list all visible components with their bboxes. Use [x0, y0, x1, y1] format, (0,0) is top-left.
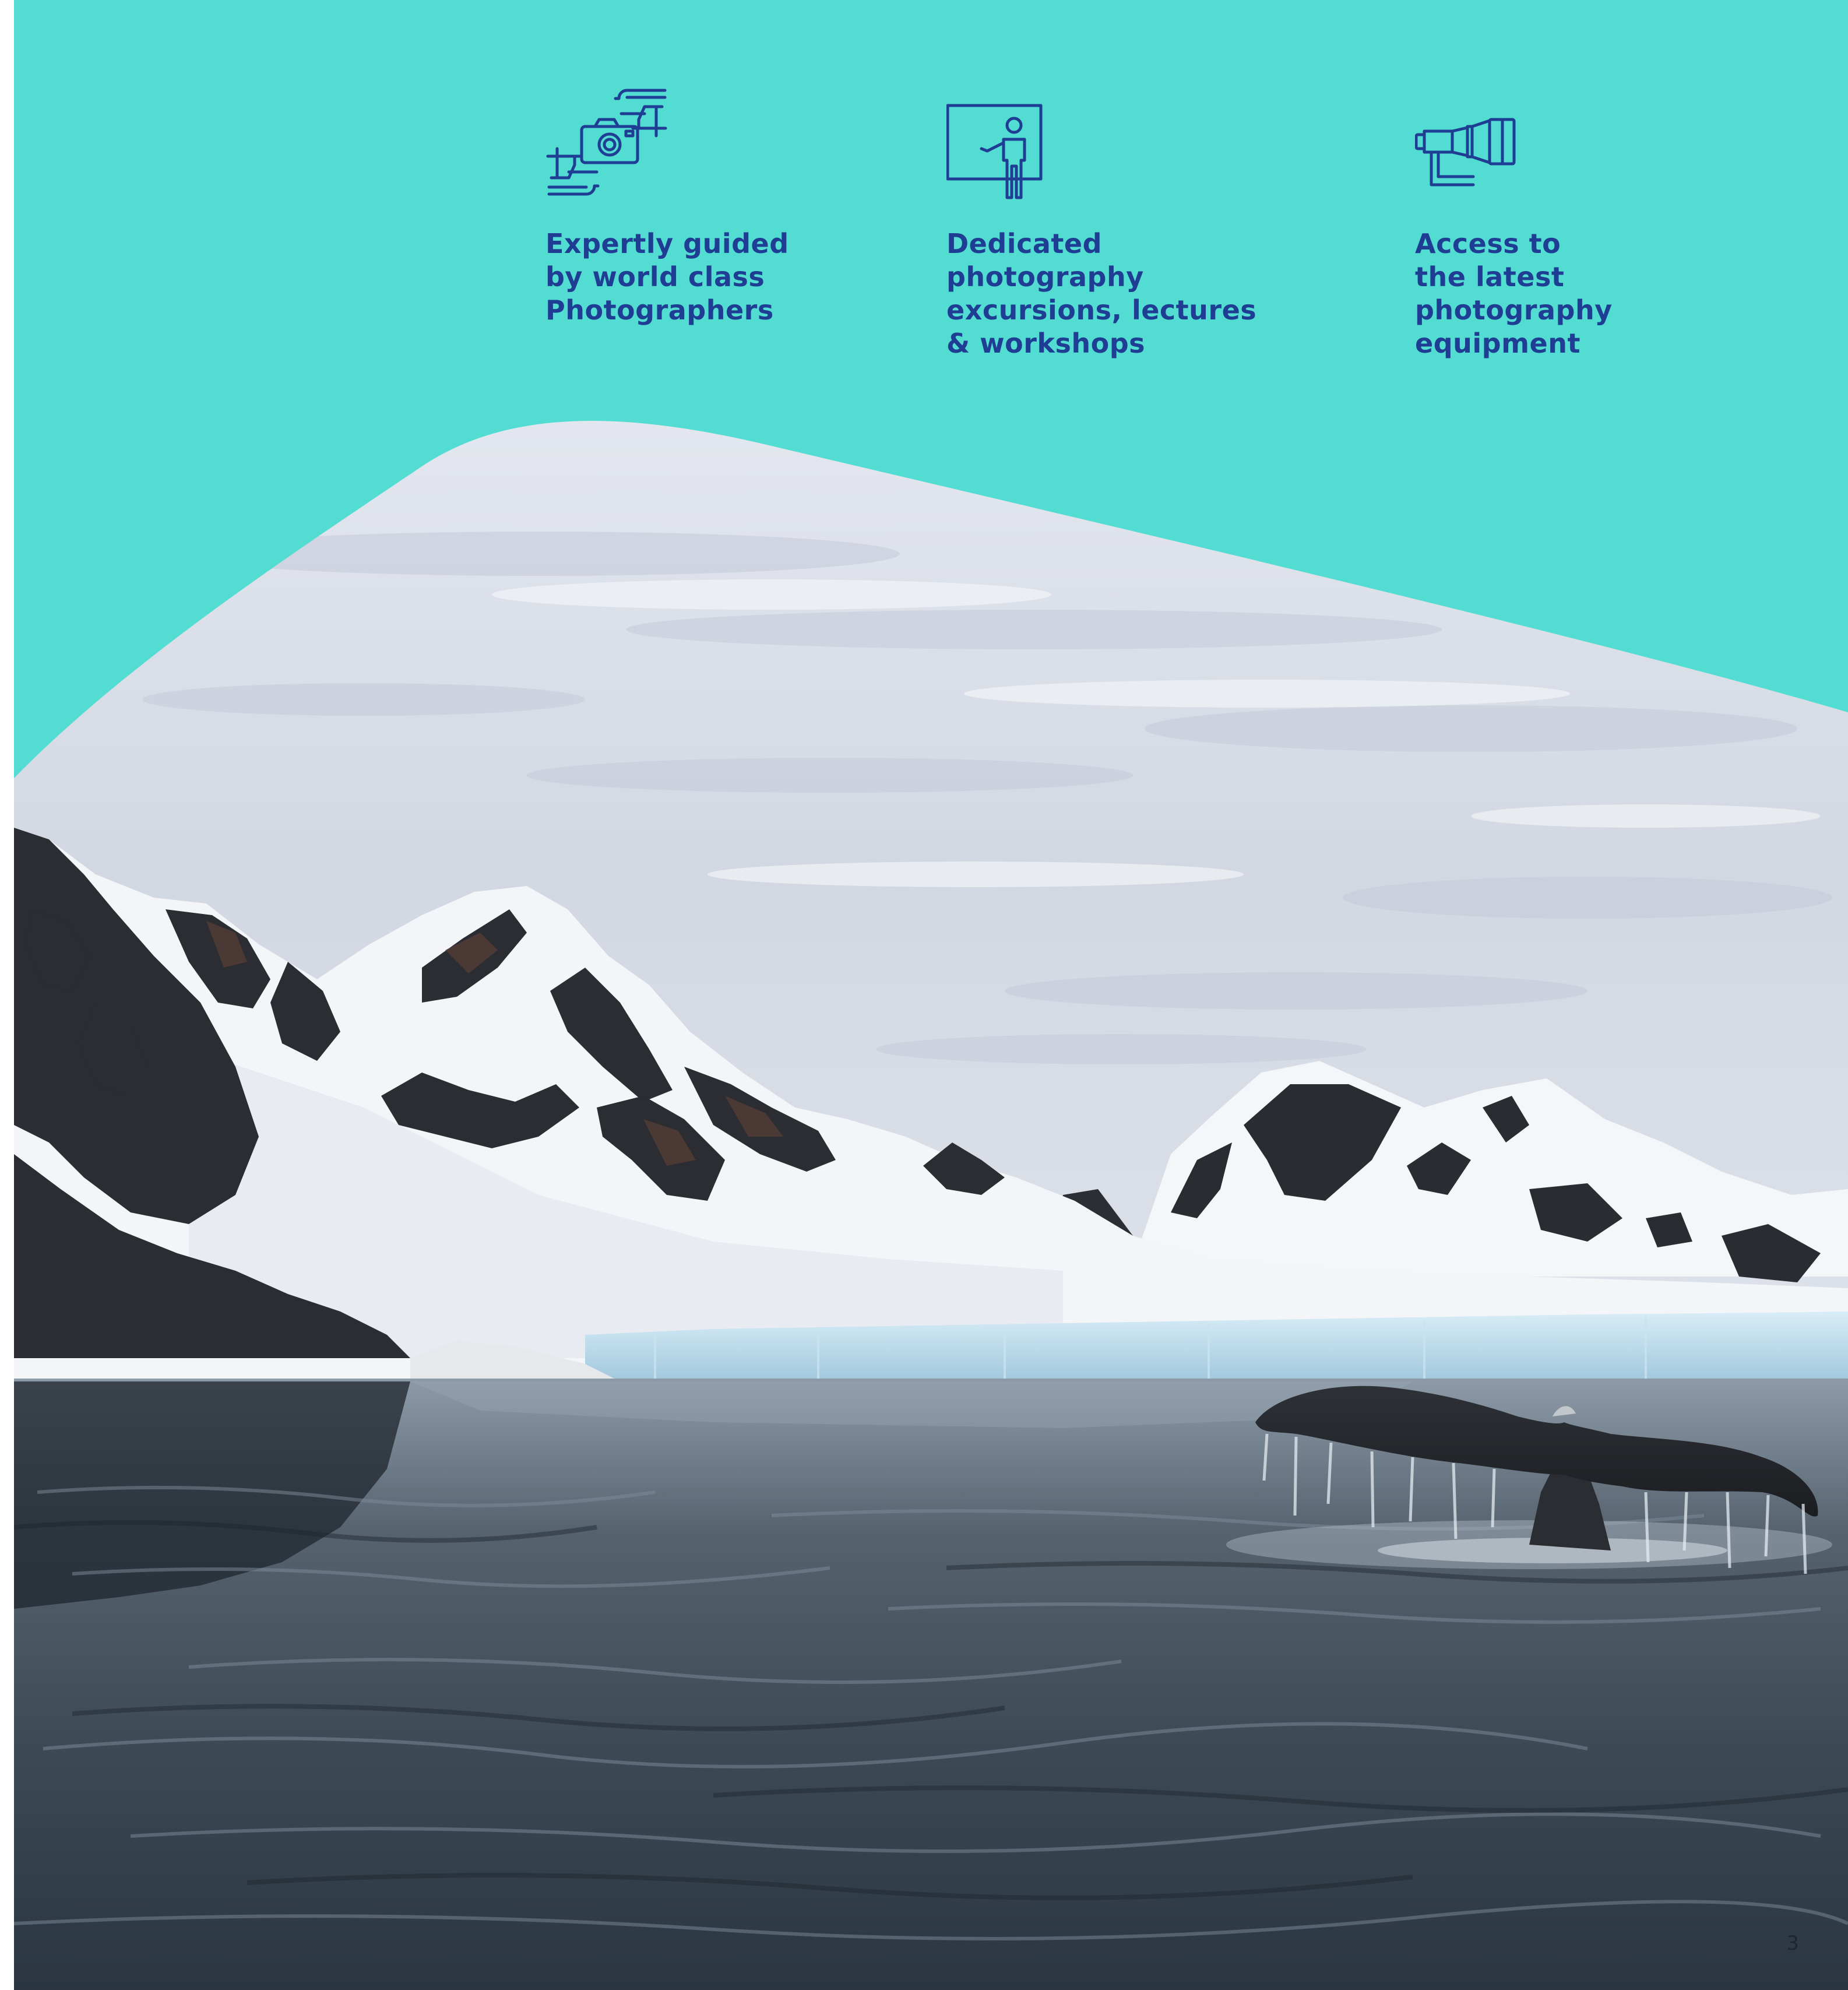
telephoto-lens-icon: [1415, 118, 1516, 187]
feature-label: Dedicated photography excursions, lectur…: [946, 228, 1257, 359]
feature-excursions-lectures-workshops: Dedicated photography excursions, lectur…: [946, 85, 1256, 359]
camera-framing-hands-icon: [546, 89, 667, 196]
feature-guided-by-photographers: Expertly guided by world class Photograp…: [545, 85, 789, 326]
feature-label: Expertly guided by world class Photograp…: [545, 228, 789, 326]
presenter-lecture-board-icon: [946, 104, 1043, 199]
feature-label: Access to the latest photography equipme…: [1415, 228, 1613, 359]
brochure-page: Expertly guided by world class Photograp…: [0, 0, 1848, 1990]
feature-latest-equipment: Access to the latest photography equipme…: [1415, 85, 1612, 359]
page-number: 3: [1786, 1932, 1799, 1955]
page-margin: [0, 0, 14, 1990]
